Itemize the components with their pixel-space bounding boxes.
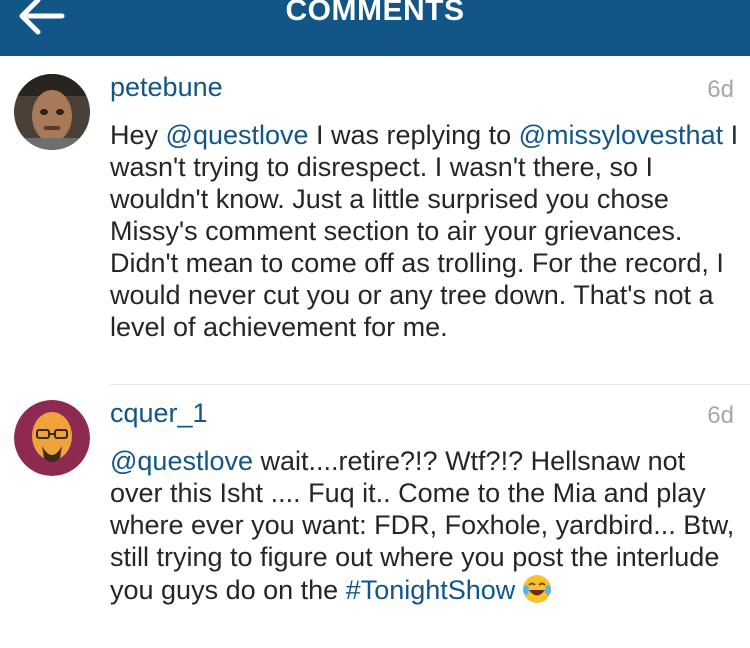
comment-text-segment: Hey bbox=[110, 120, 166, 150]
comment-username[interactable]: cquer_1 bbox=[110, 398, 208, 429]
comment-text-segment: I was replying to bbox=[308, 120, 519, 150]
header-bar: COMMENTS bbox=[0, 0, 750, 56]
avatar[interactable] bbox=[14, 74, 90, 150]
comment-username[interactable]: petebune bbox=[110, 72, 223, 103]
comment-timestamp: 6d bbox=[707, 76, 734, 103]
comment-divider bbox=[110, 384, 750, 385]
user-avatar-illustration-icon bbox=[14, 400, 90, 476]
avatar[interactable] bbox=[14, 400, 90, 476]
mention-link[interactable]: @questlove bbox=[166, 120, 309, 150]
mention-link[interactable]: @questlove bbox=[110, 446, 253, 476]
comment-text: Hey @questlove I was replying to @missyl… bbox=[110, 119, 740, 343]
hashtag-link[interactable]: #TonightShow bbox=[346, 575, 516, 605]
comment-text: @questlove wait....retire?!? Wtf?!? Hell… bbox=[110, 445, 740, 612]
tears-of-joy-emoji-icon bbox=[521, 573, 553, 612]
comment-text-segment: I wasn't trying to disrespect. I wasn't … bbox=[110, 120, 739, 342]
user-photo-icon bbox=[14, 74, 90, 150]
comment-timestamp: 6d bbox=[707, 402, 734, 429]
page-title: COMMENTS bbox=[285, 0, 465, 27]
mention-link[interactable]: @missylovesthat bbox=[519, 120, 723, 150]
